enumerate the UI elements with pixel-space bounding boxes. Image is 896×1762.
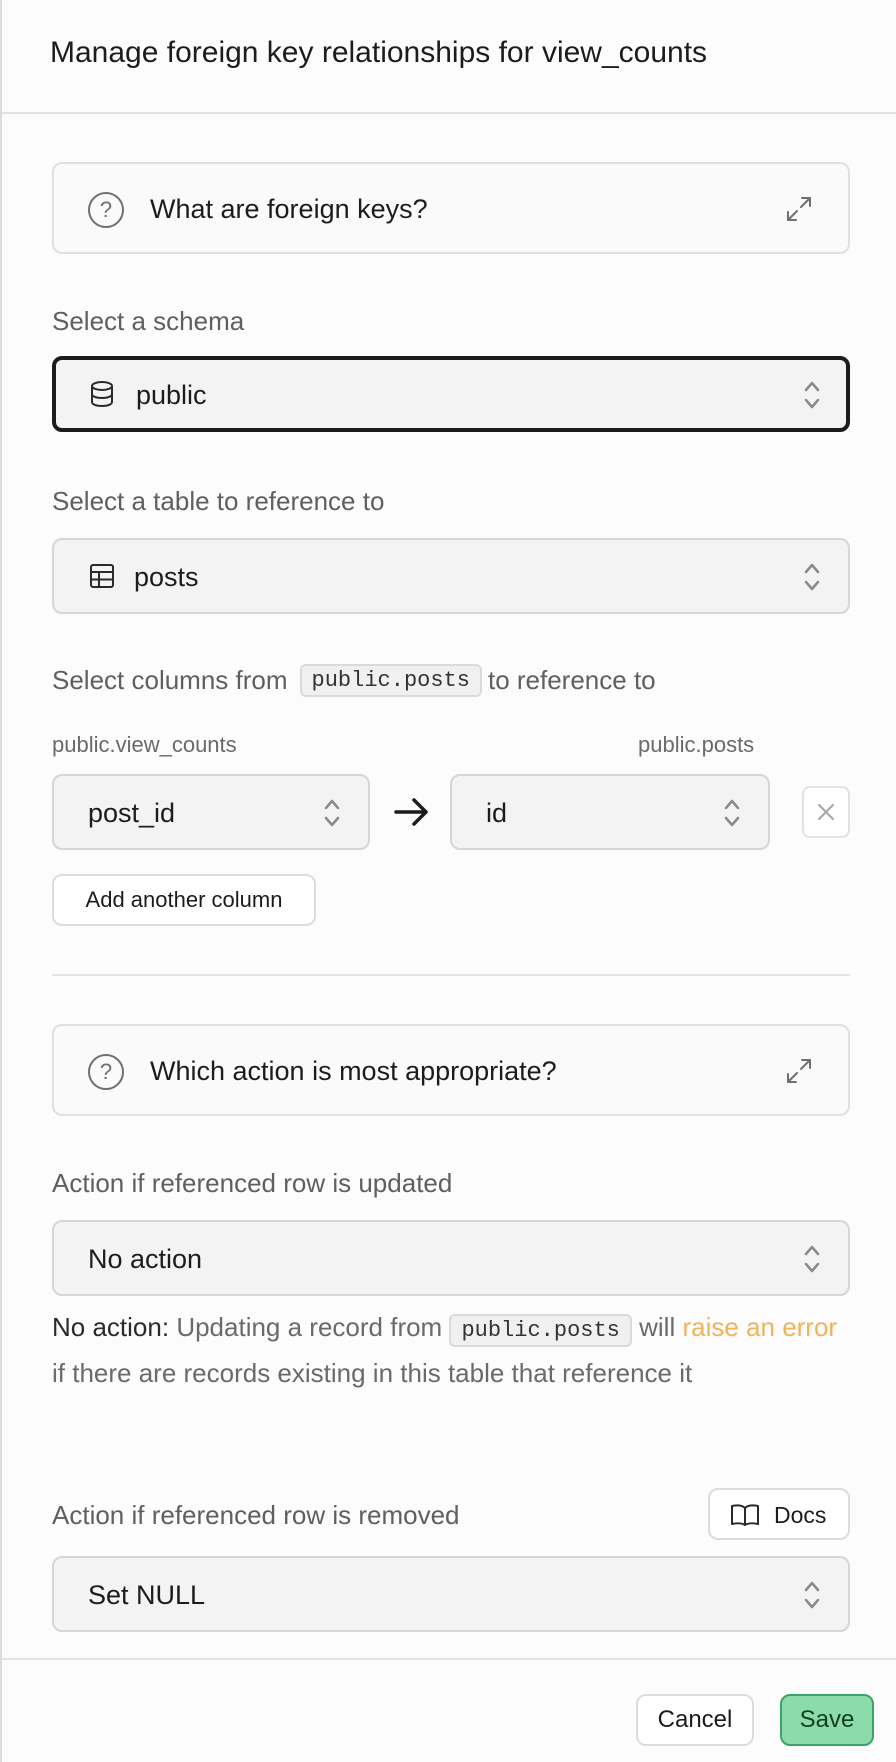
docs-button[interactable]: Docs	[708, 1488, 850, 1540]
desc-code: public.posts	[449, 1314, 632, 1347]
panel-body[interactable]: ? What are foreign keys? Select a schema…	[2, 114, 896, 1658]
question-icon: ?	[88, 1054, 124, 1090]
update-action-select[interactable]: No action	[52, 1220, 850, 1296]
delete-action-value: Set NULL	[88, 1580, 206, 1610]
chevron-up-down-icon	[324, 799, 340, 827]
table-select[interactable]: posts	[52, 538, 850, 614]
columns-label-prefix: Select columns from	[52, 665, 288, 695]
database-icon	[91, 381, 113, 408]
source-column-value: post_id	[88, 798, 176, 828]
target-column-select[interactable]: id	[450, 774, 770, 850]
expand-icon[interactable]	[784, 194, 814, 224]
remove-column-button[interactable]	[802, 786, 850, 838]
chevron-up-down-icon	[804, 1245, 820, 1273]
question-icon: ?	[88, 192, 124, 228]
close-icon	[817, 803, 835, 821]
desc-warning: raise an error	[682, 1312, 838, 1342]
table-label: Select a table to reference to	[52, 486, 385, 516]
update-action-label: Action if referenced row is updated	[52, 1168, 453, 1198]
update-action-value: No action	[88, 1244, 203, 1274]
desc-text-3: if there are records existing in this ta…	[52, 1358, 693, 1388]
columns-label-suffix: to reference to	[487, 665, 656, 695]
section-divider	[52, 974, 850, 976]
book-open-icon	[731, 1504, 759, 1526]
delete-action-select[interactable]: Set NULL	[52, 1556, 850, 1632]
panel-header: Manage foreign key relationships for vie…	[2, 0, 896, 114]
chevron-up-down-icon	[804, 1581, 820, 1609]
source-table-label: public.view_counts	[52, 732, 237, 757]
desc-action-name: No action:	[52, 1312, 170, 1342]
table-value: posts	[134, 562, 199, 592]
target-column-value: id	[486, 798, 508, 828]
side-panel: Manage foreign key relationships for vie…	[0, 0, 896, 1762]
columns-label: Select columns from public.posts to refe…	[52, 664, 656, 697]
desc-text-1: Updating a record from	[176, 1312, 443, 1342]
actions-help-title: Which action is most appropriate?	[150, 1056, 557, 1086]
panel-title: Manage foreign key relationships for vie…	[50, 36, 708, 69]
schema-select[interactable]: public	[52, 356, 850, 432]
update-action-description: No action: Updating a record from public…	[52, 1306, 852, 1394]
chevron-up-down-icon	[804, 563, 820, 591]
schema-value: public	[136, 380, 207, 410]
target-table-label: public.posts	[638, 732, 755, 757]
add-column-button[interactable]: Add another column	[52, 874, 316, 926]
cancel-button[interactable]: Cancel	[636, 1694, 754, 1746]
chevron-up-down-icon	[804, 381, 820, 409]
delete-action-label: Action if referenced row is removed	[52, 1500, 460, 1530]
foreign-keys-help-title: What are foreign keys?	[150, 194, 428, 224]
expand-icon[interactable]	[784, 1056, 814, 1086]
columns-label-code: public.posts	[299, 664, 482, 697]
chevron-up-down-icon	[724, 799, 740, 827]
save-button[interactable]: Save	[780, 1694, 874, 1746]
foreign-keys-help-collapsible[interactable]: ? What are foreign keys?	[52, 162, 850, 254]
arrow-right-icon	[394, 798, 428, 826]
schema-label: Select a schema	[52, 306, 245, 336]
actions-help-collapsible[interactable]: ? Which action is most appropriate?	[52, 1024, 850, 1116]
desc-text-2: will	[639, 1312, 676, 1342]
source-column-select[interactable]: post_id	[52, 774, 370, 850]
panel-footer: Cancel Save	[2, 1658, 896, 1762]
table-icon	[90, 564, 114, 588]
docs-button-label: Docs	[774, 1502, 827, 1528]
